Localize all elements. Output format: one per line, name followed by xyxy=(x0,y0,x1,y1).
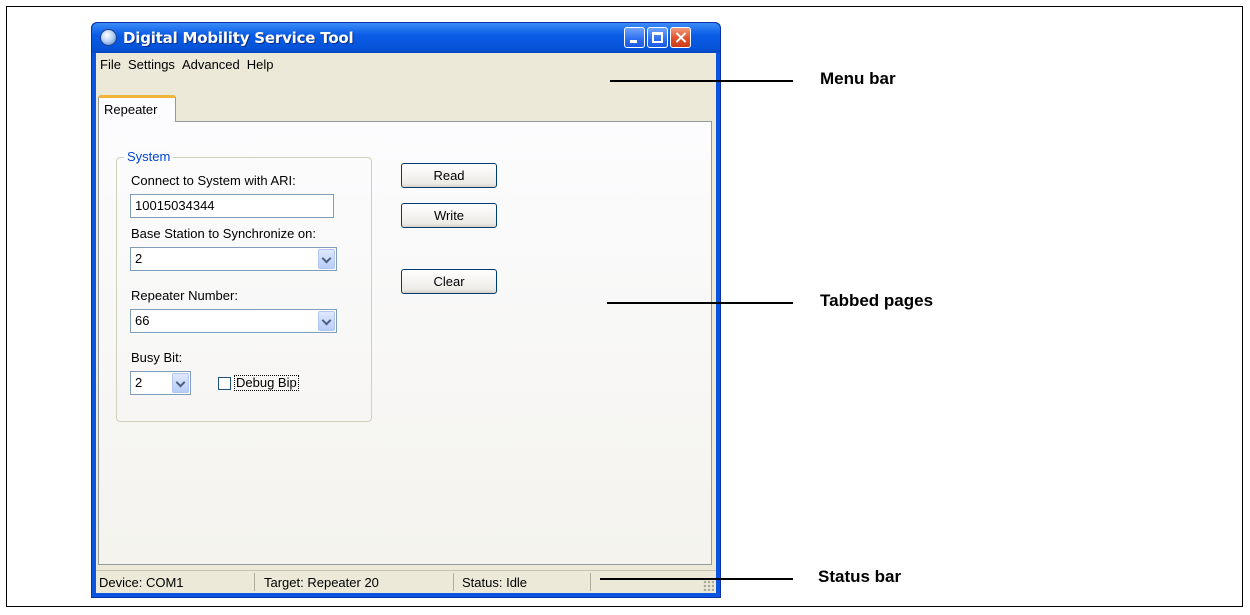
base-station-label: Base Station to Synchronize on: xyxy=(131,226,317,241)
chevron-down-icon[interactable] xyxy=(318,311,335,331)
base-station-select[interactable]: 2 xyxy=(130,247,337,271)
debug-bip-label[interactable]: Debug Bip xyxy=(234,375,299,391)
read-button[interactable]: Read xyxy=(401,163,497,188)
status-bar: Device: COM1 Target: Repeater 20 Status:… xyxy=(96,570,716,593)
chevron-down-icon[interactable] xyxy=(318,249,335,269)
status-device: Device: COM1 xyxy=(99,575,184,590)
callout-line-tabbed-pages xyxy=(607,302,793,304)
system-group: System Connect to System with ARI: 10015… xyxy=(116,149,372,422)
app-icon xyxy=(100,29,117,46)
tab-repeater[interactable]: Repeater xyxy=(98,95,176,122)
status-divider xyxy=(254,573,255,591)
ari-label: Connect to System with ARI: xyxy=(131,173,296,188)
callout-line-status-bar xyxy=(600,578,793,580)
callout-tabbed-pages: Tabbed pages xyxy=(820,291,934,310)
chevron-down-icon[interactable] xyxy=(172,373,189,393)
window-client: File Settings Advanced Help System Connect … xyxy=(96,53,716,593)
debug-bip-checkbox[interactable] xyxy=(218,377,231,390)
write-button[interactable]: Write xyxy=(401,203,497,228)
ari-input[interactable]: 10015034344 xyxy=(130,194,334,218)
status-divider xyxy=(590,573,591,591)
repeater-number-label: Repeater Number: xyxy=(131,288,238,303)
menu-advanced[interactable]: Advanced xyxy=(178,53,243,72)
status-state: Status: Idle xyxy=(462,575,528,590)
clear-button[interactable]: Clear xyxy=(401,269,497,294)
menu-bar: File Settings Advanced Help xyxy=(96,53,716,75)
callout-line-menu-bar xyxy=(610,80,793,82)
maximize-icon[interactable] xyxy=(647,27,668,48)
title-bar[interactable]: Digital Mobility Service Tool xyxy=(92,23,720,53)
menu-file[interactable]: File xyxy=(96,53,124,72)
system-group-title: System xyxy=(124,149,174,164)
minimize-icon[interactable] xyxy=(624,27,645,48)
base-station-value: 2 xyxy=(135,251,143,266)
close-icon[interactable] xyxy=(670,27,691,48)
menu-settings[interactable]: Settings xyxy=(124,53,178,72)
busy-bit-value: 2 xyxy=(135,375,143,390)
status-divider xyxy=(453,573,454,591)
menu-help[interactable]: Help xyxy=(243,53,277,72)
repeater-number-value: 66 xyxy=(135,313,150,328)
tab-page-repeater: System Connect to System with ARI: 10015… xyxy=(98,121,712,565)
status-target: Target: Repeater 20 xyxy=(264,575,379,590)
repeater-number-select[interactable]: 66 xyxy=(130,309,337,333)
app-window: Digital Mobility Service Tool File Settin… xyxy=(91,22,721,598)
busy-bit-label: Busy Bit: xyxy=(131,350,183,365)
window-title: Digital Mobility Service Tool xyxy=(123,29,354,47)
busy-bit-select[interactable]: 2 xyxy=(130,371,191,395)
callout-status-bar: Status bar xyxy=(818,567,902,586)
callout-menu-bar: Menu bar xyxy=(820,69,896,88)
resize-grip-icon[interactable] xyxy=(703,580,714,591)
